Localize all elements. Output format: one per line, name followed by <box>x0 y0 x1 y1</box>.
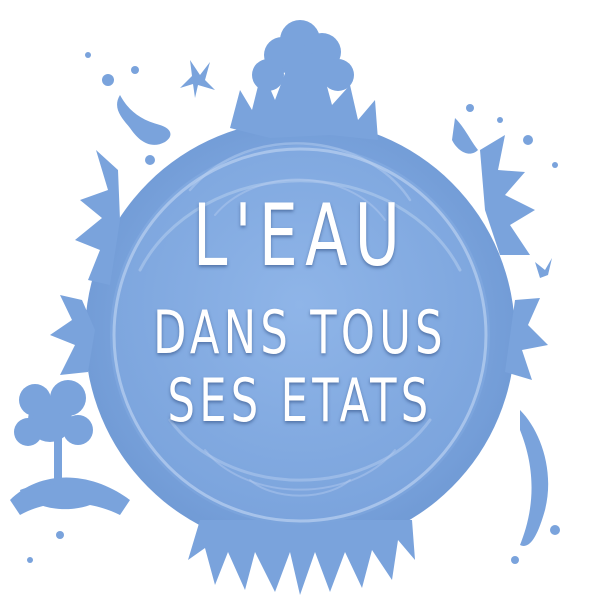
title-line-2: DANS TOUS <box>153 298 447 368</box>
logo-graphic: L'EAU DANS TOUS SES ETATS <box>0 0 600 600</box>
title-line-1: L'EAU <box>192 186 408 286</box>
title-line-3: SES ETATS <box>167 366 433 436</box>
